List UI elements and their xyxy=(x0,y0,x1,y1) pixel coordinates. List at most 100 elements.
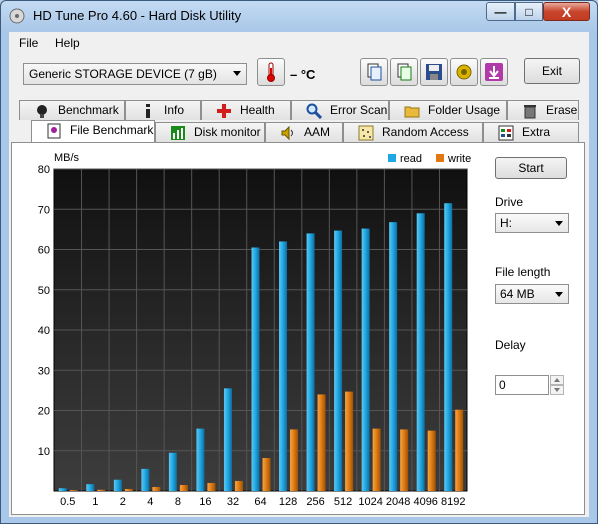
tab-file-benchmark[interactable]: File Benchmark xyxy=(31,120,155,142)
benchmark-chart: 10 20 30 40 50 60 70 80 MB/s 0.5 1 2 4 8 16 32 64 128 256 5… xyxy=(38,152,471,508)
read-bar xyxy=(334,230,343,491)
tab-random-access[interactable]: Random Access xyxy=(343,122,483,142)
x-tick-label: 2 xyxy=(120,496,126,508)
drive-label: Drive xyxy=(495,195,524,209)
app-icon xyxy=(9,8,25,24)
x-tick-label: 0.5 xyxy=(60,496,75,508)
read-bar xyxy=(168,452,177,491)
write-bar xyxy=(345,391,354,491)
file-length-label: File length xyxy=(495,265,551,279)
close-button[interactable]: X xyxy=(543,2,590,21)
y-tick-label: 10 xyxy=(38,446,50,458)
tab-erase[interactable]: Erase xyxy=(507,100,579,120)
read-bar xyxy=(113,479,122,491)
write-bar xyxy=(97,489,106,491)
app-window: HD Tune Pro 4.60 - Hard Disk Utility — □… xyxy=(0,0,598,524)
tab-label: Disk monitor xyxy=(194,125,261,139)
menu-file[interactable]: File xyxy=(19,36,38,50)
chevron-down-icon xyxy=(555,292,563,297)
exit-button[interactable]: Exit xyxy=(524,58,580,84)
x-tick-label: 8192 xyxy=(441,496,465,508)
read-bar xyxy=(141,468,150,491)
tab-label: Info xyxy=(164,103,185,117)
tab-label: Folder Usage xyxy=(428,103,501,117)
copy-icon[interactable] xyxy=(360,58,388,86)
save-icon[interactable] xyxy=(420,58,448,86)
folder-icon xyxy=(404,106,420,118)
tab-error-scan[interactable]: Error Scan xyxy=(291,100,389,120)
health-icon xyxy=(217,104,231,118)
drive-dropdown[interactable]: Generic STORAGE DEVICE (7 gB) xyxy=(23,63,247,85)
read-bar xyxy=(251,247,260,491)
x-tick-label: 64 xyxy=(254,496,266,508)
screenshot-icon[interactable] xyxy=(450,58,478,86)
write-bar xyxy=(124,488,133,491)
write-bar xyxy=(317,394,326,491)
tab-health[interactable]: Health xyxy=(201,100,291,120)
tab-benchmark[interactable]: Benchmark xyxy=(19,100,125,120)
copy-all-icon[interactable] xyxy=(390,58,418,86)
erase-icon xyxy=(524,105,536,119)
menu-bar: File Help xyxy=(9,32,589,52)
write-bar xyxy=(455,409,464,491)
tab-aam[interactable]: AAM xyxy=(265,122,343,142)
legend-swatch-read xyxy=(388,154,396,162)
tab-folder-usage[interactable]: Folder Usage xyxy=(389,100,507,120)
tab-strip: Benchmark Info Health Error Scan Folder … xyxy=(9,98,589,153)
error-scan-icon xyxy=(306,103,322,119)
chevron-down-icon xyxy=(555,221,563,226)
y-tick-label: 70 xyxy=(38,204,50,216)
tab-label: Erase xyxy=(546,103,578,117)
file-benchmark-panel: 10 20 30 40 50 60 70 80 MB/s 0.5 1 2 4 8 16 32 64 128 256 5… xyxy=(11,142,585,515)
download-icon[interactable] xyxy=(480,58,508,86)
read-bar xyxy=(389,222,398,491)
file-length-value: 64 MB xyxy=(500,287,535,301)
tab-info[interactable]: Info xyxy=(125,100,201,120)
client-area: File Help Generic STORAGE DEVICE (7 gB) … xyxy=(9,32,589,517)
tab-label: File Benchmark xyxy=(70,123,154,137)
write-bar xyxy=(427,430,436,491)
chevron-down-icon xyxy=(233,71,241,76)
x-tick-label: 4096 xyxy=(413,496,437,508)
delay-label: Delay xyxy=(495,338,526,352)
write-bar xyxy=(152,486,161,491)
y-axis-label: MB/s xyxy=(54,152,80,164)
thermometer-icon[interactable] xyxy=(257,58,285,86)
tab-disk-monitor[interactable]: Disk monitor xyxy=(155,122,265,142)
temperature-readout: – °C xyxy=(290,67,316,82)
legend-label-write: write xyxy=(447,153,471,165)
speaker-icon xyxy=(281,125,293,141)
extra-tests-icon xyxy=(498,125,514,141)
x-tick-label: 32 xyxy=(227,496,239,508)
x-tick-label: 2048 xyxy=(386,496,410,508)
write-bar xyxy=(262,457,271,491)
toolbar: Generic STORAGE DEVICE (7 gB) – °C Exit xyxy=(9,54,589,94)
random-access-icon xyxy=(358,125,374,141)
x-tick-label: 8 xyxy=(175,496,181,508)
tab-label: Error Scan xyxy=(330,103,388,117)
delay-value: 0 xyxy=(499,378,506,392)
title-bar[interactable]: HD Tune Pro 4.60 - Hard Disk Utility — □… xyxy=(1,1,597,31)
minimize-button[interactable]: — xyxy=(486,2,515,21)
y-tick-label: 80 xyxy=(38,164,50,176)
read-bar xyxy=(361,228,370,491)
tab-extra-tests[interactable]: Extra tests xyxy=(483,122,579,153)
tab-label: Random Access xyxy=(382,125,469,139)
spin-up-button[interactable] xyxy=(550,375,564,385)
x-tick-label: 128 xyxy=(279,496,297,508)
delay-input[interactable]: 0 xyxy=(495,375,549,395)
x-tick-label: 256 xyxy=(306,496,324,508)
write-bar xyxy=(69,490,78,491)
x-tick-label: 16 xyxy=(199,496,211,508)
window-title: HD Tune Pro 4.60 - Hard Disk Utility xyxy=(33,8,242,23)
maximize-button[interactable]: □ xyxy=(515,2,543,21)
spin-down-button[interactable] xyxy=(550,385,564,395)
file-length-select[interactable]: 64 MB xyxy=(495,284,569,304)
write-bar xyxy=(179,484,188,491)
y-tick-label: 60 xyxy=(38,245,50,257)
menu-help[interactable]: Help xyxy=(55,36,80,50)
tab-label: Health xyxy=(240,103,275,117)
y-tick-label: 30 xyxy=(38,365,50,377)
drive-select[interactable]: H: xyxy=(495,213,569,233)
start-button[interactable]: Start xyxy=(495,157,567,179)
